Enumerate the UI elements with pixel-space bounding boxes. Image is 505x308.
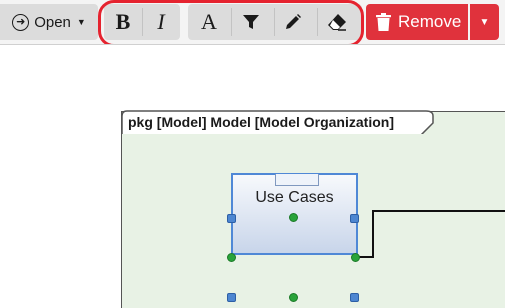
eraser-button[interactable] [318, 4, 356, 40]
remove-dropdown-toggle[interactable]: ▼ [470, 4, 499, 40]
style-tools-group: A [188, 4, 362, 40]
resize-handle-top-left[interactable] [227, 214, 236, 223]
resize-handle-bottom[interactable] [289, 293, 298, 302]
trash-icon [376, 13, 391, 31]
use-case-label: Use Cases [255, 189, 334, 206]
italic-button[interactable]: I [142, 4, 180, 40]
resize-handle-top-right[interactable] [350, 214, 359, 223]
pencil-icon [286, 14, 301, 29]
chevron-down-icon: ▼ [479, 16, 490, 28]
bold-icon: B [115, 9, 131, 34]
app-window: ➜ Open ▼ B I A Remove ▼ pkg [Model] Mode… [0, 0, 505, 308]
resize-handle-right[interactable] [351, 253, 360, 262]
text-format-group: B I [104, 4, 180, 40]
connector-line[interactable] [355, 208, 505, 268]
font-color-button[interactable]: A [190, 4, 228, 40]
resize-handle-top[interactable] [289, 213, 298, 222]
eraser-icon [328, 14, 346, 31]
pencil-button[interactable] [274, 4, 312, 40]
package-title: pkg [Model] Model [Model Organization] [128, 114, 394, 130]
italic-icon: I [157, 9, 165, 34]
remove-button-label: Remove [398, 12, 462, 31]
remove-button[interactable]: Remove [366, 4, 468, 40]
open-button[interactable]: ➜ Open ▼ [0, 4, 98, 40]
package-tab-fold [275, 174, 319, 186]
bold-button[interactable]: B [104, 4, 142, 40]
toolbar: ➜ Open ▼ B I A Remove ▼ [0, 0, 505, 47]
filter-button[interactable] [232, 4, 270, 40]
resize-handle-bottom-left[interactable] [227, 293, 236, 302]
font-color-icon: A [201, 9, 217, 34]
open-button-label: Open [34, 13, 71, 31]
chevron-down-icon: ▼ [76, 17, 86, 27]
filter-icon [243, 15, 259, 29]
resize-handle-left[interactable] [227, 253, 236, 262]
resize-handle-bottom-right[interactable] [350, 293, 359, 302]
circle-arrow-right-icon: ➜ [12, 13, 30, 31]
